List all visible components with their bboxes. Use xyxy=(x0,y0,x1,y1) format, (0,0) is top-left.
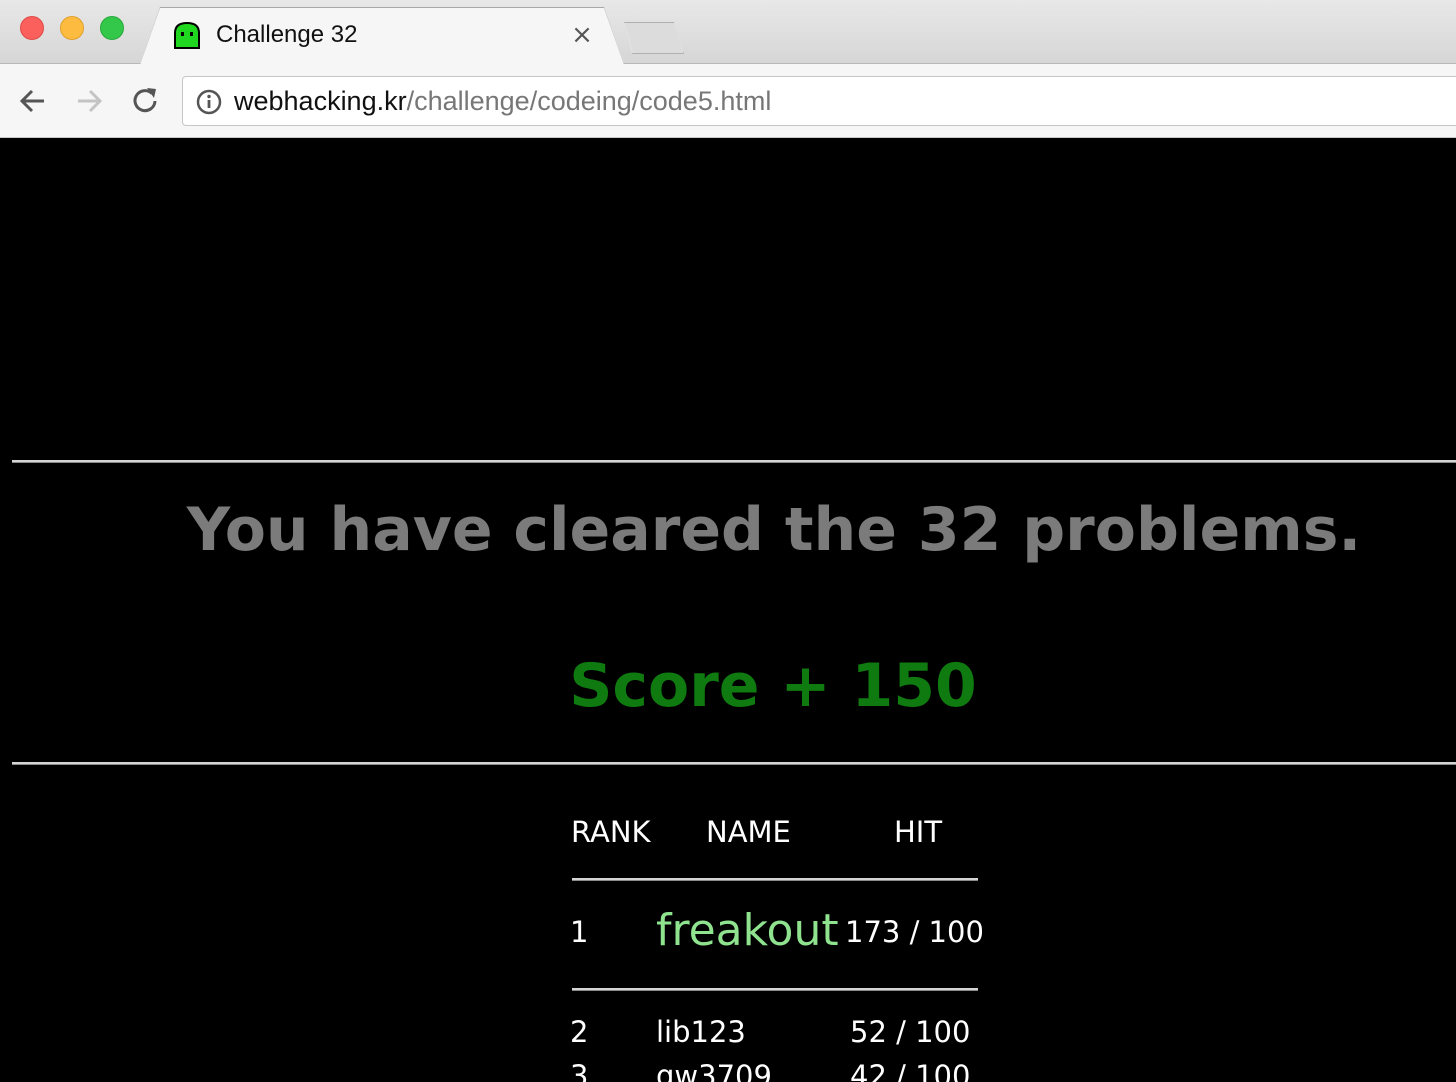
back-arrow-icon[interactable] xyxy=(16,84,50,118)
name-cell: lib123 xyxy=(656,1015,746,1049)
url-host: webhacking.kr xyxy=(234,86,407,116)
rank-header: RANK xyxy=(571,815,651,849)
url-path: /challenge/codeing/code5.html xyxy=(406,86,772,116)
top-ranker-name: freakout xyxy=(656,905,839,956)
rank-cell: 2 xyxy=(570,1015,589,1049)
cleared-message: You have cleared the 32 problems. xyxy=(186,495,1362,565)
hit-cell: 52 / 100 xyxy=(850,1015,971,1049)
green-ghost-icon xyxy=(174,22,200,49)
divider-bottom xyxy=(12,762,1456,765)
info-icon[interactable] xyxy=(196,89,222,115)
rank-cell: 3 xyxy=(570,1059,589,1082)
reload-icon[interactable] xyxy=(128,84,162,118)
score-message: Score + 150 xyxy=(569,651,977,721)
first-row-divider xyxy=(572,988,978,991)
name-header: NAME xyxy=(706,815,791,849)
header-divider xyxy=(572,878,978,881)
close-window-button[interactable] xyxy=(20,16,44,40)
hit-header: HIT xyxy=(894,815,943,849)
name-cell: qw3709 xyxy=(656,1059,772,1082)
tab-close-icon[interactable]: × xyxy=(570,20,594,50)
minimize-window-button[interactable] xyxy=(60,16,84,40)
forward-arrow-icon[interactable] xyxy=(72,84,106,118)
hit-cell: 173 / 100 xyxy=(845,915,984,949)
divider-top xyxy=(12,460,1456,463)
tab-active[interactable] xyxy=(140,8,624,65)
url-text[interactable]: webhacking.kr/challenge/codeing/code5.ht… xyxy=(234,84,771,118)
hit-cell: 42 / 100 xyxy=(850,1059,971,1082)
rank-cell: 1 xyxy=(570,915,589,949)
maximize-window-button[interactable] xyxy=(100,16,124,40)
tab-title: Challenge 32 xyxy=(216,21,358,48)
